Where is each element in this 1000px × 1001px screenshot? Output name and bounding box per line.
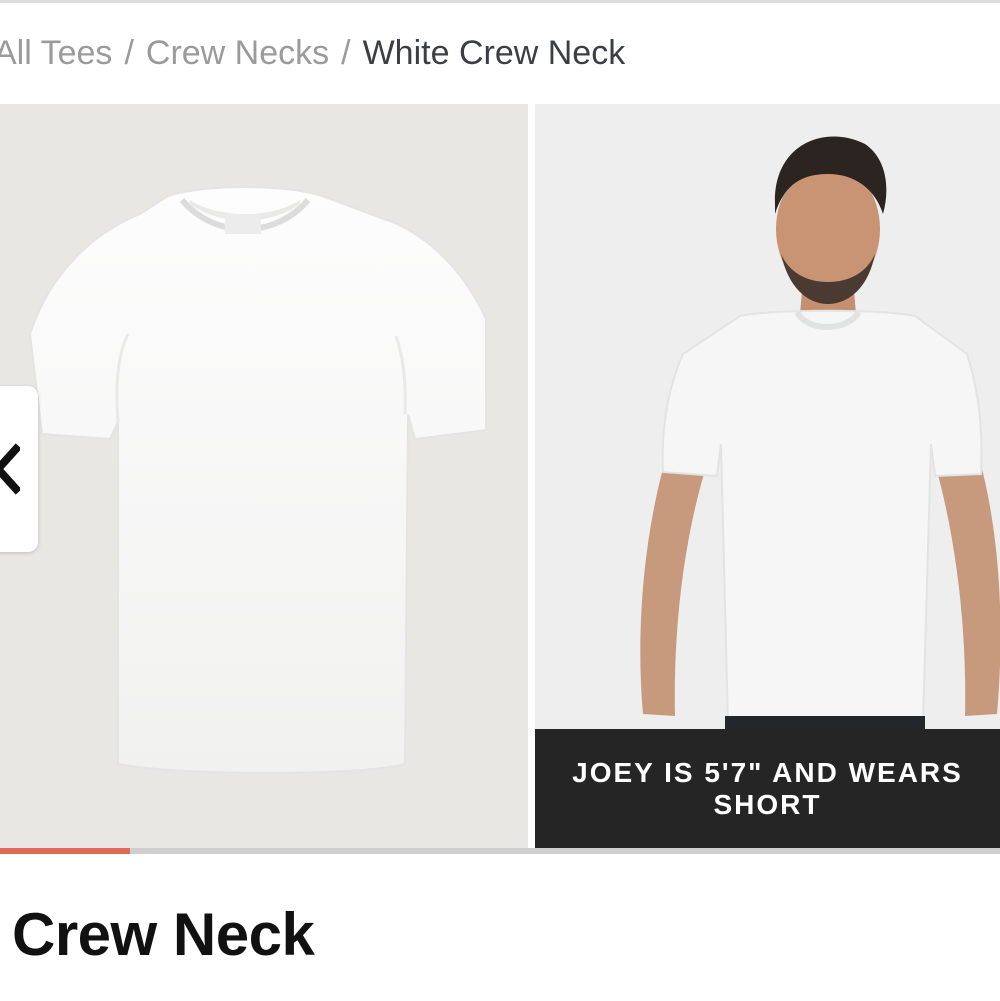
product-title: Crew Neck	[12, 901, 315, 968]
white-tshirt-flat-lay-image	[28, 186, 487, 774]
caption-text: JOEY IS 5'7" AND WEARS SHORT	[572, 757, 963, 820]
breadcrumb: All Tees / Crew Necks / White Crew Neck	[0, 30, 625, 76]
breadcrumb-current: White Crew Neck	[362, 33, 626, 72]
top-divider	[0, 0, 1000, 3]
breadcrumb-separator: /	[124, 33, 134, 72]
gallery-progress-bar	[0, 848, 1000, 854]
gallery-slide-model[interactable]: JOEY IS 5'7" AND WEARS SHORT	[535, 104, 1000, 849]
product-image-gallery[interactable]: JOEY IS 5'7" AND WEARS SHORT	[0, 104, 1000, 849]
gallery-slide-flat-lay[interactable]	[0, 104, 528, 849]
chevron-left-icon	[0, 443, 20, 495]
breadcrumb-separator: /	[341, 33, 351, 72]
breadcrumb-link-all-tees[interactable]: All Tees	[0, 34, 112, 73]
gallery-prev-button[interactable]	[0, 386, 38, 552]
gallery-progress-fill	[0, 848, 130, 854]
model-size-caption: JOEY IS 5'7" AND WEARS SHORT	[535, 729, 1000, 849]
breadcrumb-link-crew-necks[interactable]: Crew Necks	[146, 34, 329, 73]
